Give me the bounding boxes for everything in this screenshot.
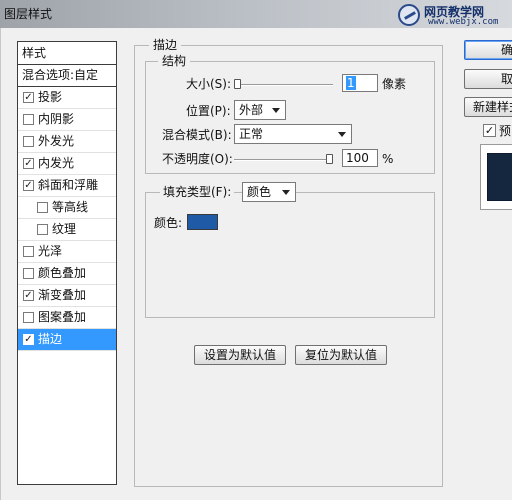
opacity-unit: % [382, 152, 394, 166]
style-item[interactable]: ✓ 渐变叠加 [18, 285, 116, 307]
preview-thumbnail [480, 144, 512, 210]
position-value: 外部 [239, 103, 264, 117]
preview-checkbox[interactable]: ✓ [483, 124, 496, 137]
window-title: 图层样式 [4, 7, 53, 21]
style-item-label: 光泽 [38, 244, 63, 258]
checkbox-icon[interactable] [23, 268, 34, 279]
style-item-label: 纹理 [52, 222, 77, 236]
position-label: 位置(P): [186, 104, 231, 118]
structure-group-title: 结构 [158, 54, 191, 68]
checkbox-checked-icon[interactable]: ✓ [23, 180, 34, 191]
size-slider-track[interactable] [234, 84, 333, 86]
chevron-down-icon [282, 190, 290, 195]
title-bar: 图层样式 网页教学网 www.webjx.com [0, 0, 512, 28]
stroke-color-swatch[interactable] [187, 214, 218, 230]
layer-style-dialog: 样式 混合选项:自定 ✓ 投影内阴影外发光 ✓ 内发光 ✓ 斜面和浮雕等高线纹理光泽颜色叠… [0, 28, 512, 500]
style-item-label: 投影 [38, 90, 63, 104]
style-item[interactable]: ✓ 描边 [18, 329, 116, 351]
opacity-label: 不透明度(O): [162, 152, 233, 166]
blending-options-item[interactable]: 混合选项:自定 [18, 65, 116, 87]
checkbox-icon[interactable] [23, 246, 34, 257]
style-item[interactable]: 外发光 [18, 131, 116, 153]
style-item-label: 描边 [38, 332, 63, 346]
size-value: 1 [346, 76, 356, 90]
checkbox-icon[interactable] [37, 202, 48, 213]
style-item[interactable]: 光泽 [18, 241, 116, 263]
style-item-label: 内阴影 [38, 112, 75, 126]
style-item-label: 图案叠加 [38, 310, 87, 324]
cancel-button[interactable]: 取 [464, 69, 512, 89]
opacity-input[interactable]: 100 [342, 149, 378, 167]
size-label: 大小(S): [186, 77, 232, 91]
chevron-down-icon [272, 108, 280, 113]
checkbox-icon[interactable] [23, 114, 34, 125]
checkbox-checked-icon[interactable]: ✓ [23, 334, 34, 345]
checkbox-icon[interactable] [23, 312, 34, 323]
checkbox-checked-icon[interactable]: ✓ [23, 92, 34, 103]
preview-swatch [487, 153, 512, 201]
style-item[interactable]: 图案叠加 [18, 307, 116, 329]
opacity-slider-track[interactable] [234, 159, 333, 161]
fill-type-label: 填充类型(F): [160, 185, 235, 199]
style-item[interactable]: 等高线 [18, 197, 116, 219]
style-item[interactable]: 纹理 [18, 219, 116, 241]
stroke-group: 描边 结构 大小(S): 1 像素 位置(P): 外部 混合模式(B): 正常 … [134, 38, 443, 487]
style-item-label: 等高线 [52, 200, 89, 214]
blend-mode-dropdown[interactable]: 正常 [234, 124, 352, 144]
size-input[interactable]: 1 [342, 74, 378, 92]
structure-group: 结构 大小(S): 1 像素 位置(P): 外部 混合模式(B): 正常 不透明… [145, 54, 435, 174]
fill-type-dropdown[interactable]: 颜色 [242, 182, 296, 202]
style-item[interactable]: 颜色叠加 [18, 263, 116, 285]
style-list: 样式 混合选项:自定 ✓ 投影内阴影外发光 ✓ 内发光 ✓ 斜面和浮雕等高线纹理光泽颜色叠… [17, 41, 117, 485]
checkbox-checked-icon[interactable]: ✓ [23, 158, 34, 169]
style-item[interactable]: ✓ 内发光 [18, 153, 116, 175]
checkbox-checked-icon[interactable]: ✓ [23, 290, 34, 301]
color-label: 颜色: [154, 216, 183, 230]
style-item-label: 颜色叠加 [38, 266, 87, 280]
blend-mode-label: 混合模式(B): [162, 128, 232, 142]
ok-button-label: 确 [501, 43, 512, 57]
new-style-button-label: 新建样式 [473, 100, 512, 114]
cancel-button-label: 取 [501, 72, 512, 86]
stroke-group-title: 描边 [149, 38, 182, 52]
style-item-label: 外发光 [38, 134, 75, 148]
position-dropdown[interactable]: 外部 [234, 100, 286, 120]
style-item-label: 内发光 [38, 156, 75, 170]
fill-type-value: 颜色 [247, 185, 272, 199]
blend-mode-value: 正常 [239, 127, 264, 141]
opacity-value: 100 [346, 151, 369, 165]
opacity-slider-handle[interactable] [326, 154, 333, 164]
preview-label: 预 [499, 124, 512, 138]
style-item[interactable]: 内阴影 [18, 109, 116, 131]
watermark-url: www.webjx.com [428, 17, 499, 27]
styles-header[interactable]: 样式 [18, 42, 116, 65]
style-item[interactable]: ✓ 投影 [18, 87, 116, 109]
style-item[interactable]: ✓ 斜面和浮雕 [18, 175, 116, 197]
new-style-button[interactable]: 新建样式 [464, 97, 512, 117]
checkbox-icon[interactable] [37, 224, 48, 235]
style-item-label: 斜面和浮雕 [38, 178, 99, 192]
watermark-logo: 网页教学网 www.webjx.com [398, 2, 508, 28]
style-item-label: 渐变叠加 [38, 288, 87, 302]
checkbox-icon[interactable] [23, 136, 34, 147]
ok-button[interactable]: 确 [464, 40, 512, 60]
fill-type-group: 填充类型(F): 颜色 颜色: [145, 182, 435, 318]
size-slider-handle[interactable] [234, 79, 241, 89]
chevron-down-icon [338, 132, 346, 137]
set-default-button[interactable]: 设置为默认值 [194, 345, 286, 365]
logo-icon [398, 4, 420, 26]
reset-default-button[interactable]: 复位为默认值 [295, 345, 387, 365]
size-unit: 像素 [382, 77, 407, 91]
